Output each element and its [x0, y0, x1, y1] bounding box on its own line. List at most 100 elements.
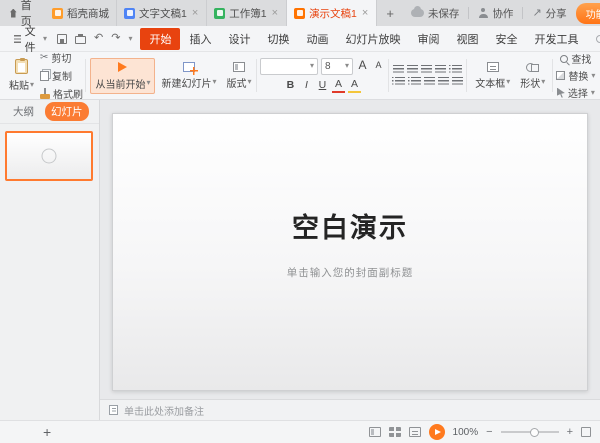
save-status[interactable]: 未保存	[411, 6, 460, 21]
underline-icon[interactable]: U	[316, 79, 329, 93]
slideshow-play-button[interactable]	[429, 424, 445, 440]
replace-icon	[556, 71, 565, 80]
slide-1[interactable]: 空白演示 单击输入您的封面副标题	[112, 113, 588, 391]
bullet-list-icon[interactable]	[392, 77, 405, 86]
zoom-in-icon[interactable]: +	[567, 427, 573, 438]
replace-button[interactable]: 替换 ▾	[556, 68, 595, 83]
bold-icon[interactable]: B	[284, 79, 297, 93]
close-icon[interactable]: ×	[271, 8, 279, 19]
textbox-button[interactable]: 文本框▾	[471, 60, 514, 92]
print-icon[interactable]	[75, 36, 86, 44]
play-from-current-button[interactable]: 从当前开始▾	[90, 58, 155, 94]
share-icon: ↗	[532, 8, 541, 19]
tab-writer-document[interactable]: 文字文稿1 ×	[117, 0, 207, 26]
feature-manager-button[interactable]: 功能管理	[576, 3, 600, 24]
tab-home[interactable]: 开始	[140, 28, 180, 50]
command-search-box[interactable]: 查找命令	[596, 31, 600, 47]
slide-title-placeholder[interactable]: 空白演示	[292, 206, 408, 245]
slides-group: 从当前开始▾ 新建幻灯片▾ 版式▾	[87, 54, 255, 97]
reading-view-icon[interactable]	[409, 427, 421, 437]
zoom-slider-knob[interactable]	[530, 428, 539, 437]
numbered-list-icon[interactable]	[408, 77, 421, 86]
shape-button[interactable]: 形状▾	[516, 60, 549, 92]
tab-spreadsheet[interactable]: 工作簿1 ×	[207, 0, 287, 26]
line-spacing-icon[interactable]	[449, 65, 462, 74]
chevron-down-icon: ▾	[310, 62, 314, 70]
align-left-icon[interactable]	[393, 65, 404, 74]
tab-label: 工作簿1	[229, 6, 266, 21]
paste-button[interactable]: 粘贴▾	[5, 57, 38, 94]
divider	[522, 7, 523, 19]
cut-label: 剪切	[51, 52, 71, 65]
thumbnail-placeholder-icon	[42, 149, 57, 164]
format-painter-button[interactable]: 格式刷	[40, 86, 83, 100]
add-slide-button[interactable]: +	[43, 424, 51, 440]
outline-tab[interactable]: 大纲	[7, 102, 40, 121]
new-slide-button[interactable]: 新建幻灯片▾	[157, 60, 220, 92]
notes-bar[interactable]: 单击此处添加备注	[100, 399, 600, 420]
decrease-indent-icon[interactable]	[424, 77, 435, 86]
font-color-icon[interactable]: A	[332, 78, 345, 94]
undo-icon[interactable]: ↶	[94, 33, 103, 44]
copy-button[interactable]: 复制	[40, 68, 83, 83]
tab-devtools[interactable]: 开发工具	[526, 27, 586, 51]
collaborate-button[interactable]: 协作	[478, 6, 513, 21]
cut-button[interactable]: ✂ 剪切	[40, 52, 83, 65]
paste-label: 粘贴	[9, 77, 29, 92]
wps-presentation-window: 首页 稻壳商城 文字文稿1 × 工作簿1 × 演示文稿1 × + 未保存	[0, 0, 600, 443]
zoom-out-icon[interactable]: −	[486, 427, 492, 438]
new-tab-button[interactable]: +	[377, 0, 403, 26]
fit-to-window-icon[interactable]	[581, 427, 591, 437]
font-group: ▾ 8 ▾ A A B I U A A	[258, 54, 387, 97]
layout-button[interactable]: 版式▾	[222, 60, 255, 92]
zoom-percentage[interactable]: 100%	[453, 427, 479, 438]
normal-view-icon[interactable]	[369, 427, 381, 437]
tab-review[interactable]: 审阅	[409, 27, 447, 51]
font-size-select[interactable]: 8 ▾	[321, 58, 353, 75]
close-icon[interactable]: ×	[191, 8, 199, 19]
font-row-bottom: B I U A A	[284, 78, 361, 94]
person-icon	[478, 8, 488, 18]
zoom-slider[interactable]	[501, 431, 559, 433]
increase-indent-icon[interactable]	[438, 77, 449, 86]
font-family-select[interactable]: ▾	[260, 58, 318, 75]
text-direction-icon[interactable]	[452, 77, 463, 86]
divider	[468, 7, 469, 19]
home-icon	[10, 9, 17, 18]
tab-design[interactable]: 设计	[220, 27, 258, 51]
decrease-font-icon[interactable]: A	[372, 60, 385, 72]
textbox-icon	[487, 62, 499, 72]
tab-presentation-active[interactable]: 演示文稿1 ×	[287, 0, 377, 26]
increase-font-icon[interactable]: A	[356, 58, 369, 74]
slides-tab[interactable]: 幻灯片	[45, 102, 89, 121]
toolbar-divider	[552, 59, 553, 92]
save-icon[interactable]	[57, 34, 67, 44]
italic-icon[interactable]: I	[300, 79, 313, 93]
collaborate-label: 协作	[492, 6, 513, 21]
tab-transition[interactable]: 切换	[259, 27, 297, 51]
align-justify-icon[interactable]	[435, 65, 446, 74]
customize-qat-chevron-icon[interactable]: ▾	[128, 35, 132, 43]
cloud-sync-icon	[411, 9, 424, 17]
tab-slideshow[interactable]: 幻灯片放映	[337, 27, 408, 51]
statusbar-right-cluster: 100% − +	[369, 424, 591, 440]
textbox-label: 文本框	[475, 75, 505, 90]
highlight-color-icon[interactable]: A	[348, 78, 361, 94]
select-button[interactable]: 选择 ▾	[557, 85, 595, 100]
close-icon[interactable]: ×	[361, 8, 369, 19]
tab-security[interactable]: 安全	[487, 27, 525, 51]
align-right-icon[interactable]	[421, 65, 432, 74]
align-center-icon[interactable]	[407, 65, 418, 74]
slide-subtitle-placeholder[interactable]: 单击输入您的封面副标题	[287, 265, 414, 280]
slide-thumbnail-1[interactable]	[5, 131, 93, 181]
tab-insert[interactable]: 插入	[181, 27, 219, 51]
copy-icon	[40, 71, 49, 81]
tab-docer-store[interactable]: 稻壳商城	[45, 0, 117, 26]
redo-icon[interactable]: ↷	[111, 33, 120, 44]
slide-sorter-view-icon[interactable]	[389, 427, 401, 437]
share-button[interactable]: ↗ 分享	[532, 6, 566, 21]
tab-animation[interactable]: 动画	[298, 27, 336, 51]
tab-view[interactable]: 视图	[448, 27, 486, 51]
docer-store-icon	[52, 8, 63, 19]
find-button[interactable]: 查找	[560, 52, 591, 66]
